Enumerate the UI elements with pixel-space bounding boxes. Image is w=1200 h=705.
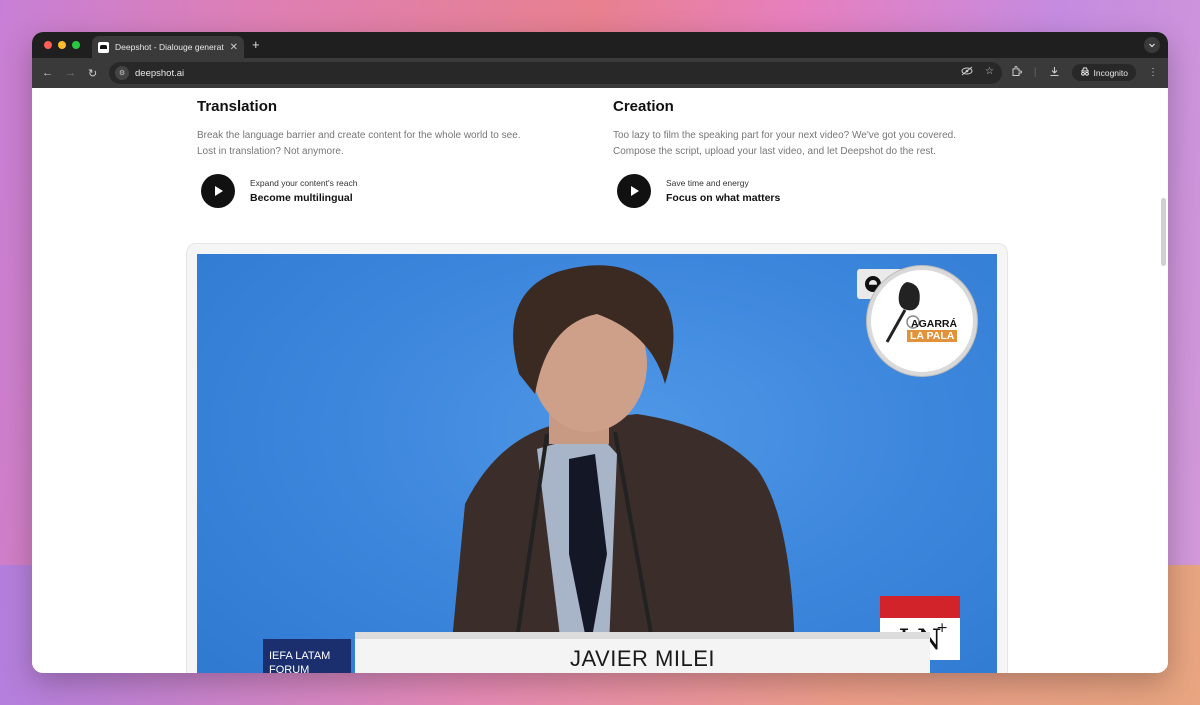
speaker-nameplate: JAVIER MILEI bbox=[355, 639, 930, 673]
play-icon bbox=[215, 186, 223, 196]
forward-arrow-icon[interactable]: → bbox=[65, 67, 76, 80]
browser-menu-icon[interactable]: ⋮ bbox=[1148, 67, 1158, 78]
toolbar-divider: | bbox=[1033, 67, 1037, 78]
toolbar-right: | Incognito ⋮ bbox=[1011, 64, 1158, 81]
cta-text: Expand your content's reach Become multi… bbox=[250, 178, 357, 204]
feature-title: Creation bbox=[613, 98, 674, 115]
feature-translation: Translation Break the language barrier a… bbox=[197, 98, 597, 208]
incognito-icon bbox=[1080, 67, 1090, 78]
download-icon[interactable] bbox=[1049, 66, 1060, 80]
zoom-window-button[interactable] bbox=[72, 41, 80, 49]
browser-toolbar: ← → ↻ ⚙ deepshot.ai ☆ | Incognito ⋮ bbox=[32, 58, 1168, 88]
translation-cta[interactable]: Expand your content's reach Become multi… bbox=[201, 174, 597, 208]
minimize-window-button[interactable] bbox=[58, 41, 66, 49]
play-button[interactable] bbox=[201, 174, 235, 208]
cta-subtitle: Save time and energy bbox=[666, 178, 749, 188]
ln-plus-sign: + bbox=[936, 620, 948, 636]
page-scrollbar[interactable] bbox=[1158, 88, 1168, 673]
url-text[interactable]: deepshot.ai bbox=[135, 68, 184, 79]
feature-desc-line: Too lazy to film the speaking part for y… bbox=[613, 130, 957, 141]
browser-window: Deepshot - Dialouge generat ✕ + ← → ↻ ⚙ … bbox=[32, 32, 1168, 673]
tab-title: Deepshot - Dialouge generat bbox=[115, 42, 224, 52]
window-controls bbox=[44, 41, 80, 49]
reload-icon[interactable]: ↻ bbox=[88, 67, 97, 80]
demo-video[interactable]: IF AGARRÁ LA PALA LN + bbox=[197, 254, 997, 673]
tab-bar: Deepshot - Dialouge generat ✕ + bbox=[32, 32, 1168, 58]
scrollbar-thumb[interactable] bbox=[1161, 198, 1166, 266]
creation-cta[interactable]: Save time and energy Focus on what matte… bbox=[617, 174, 1013, 208]
tab-deepshot[interactable]: Deepshot - Dialouge generat ✕ bbox=[92, 36, 244, 58]
bookmark-star-icon[interactable]: ☆ bbox=[985, 66, 994, 79]
tab-close-icon[interactable]: ✕ bbox=[230, 42, 238, 53]
back-arrow-icon[interactable]: ← bbox=[42, 67, 53, 80]
cta-heading: Focus on what matters bbox=[666, 192, 781, 204]
incognito-badge[interactable]: Incognito bbox=[1071, 64, 1136, 81]
omnibox-actions: ☆ bbox=[961, 66, 994, 79]
extensions-puzzle-icon[interactable] bbox=[1011, 65, 1022, 80]
cta-heading: Become multilingual bbox=[250, 192, 353, 204]
incognito-label: Incognito bbox=[1093, 67, 1129, 78]
feature-creation: Creation Too lazy to film the speaking p… bbox=[613, 98, 1013, 208]
new-tab-button[interactable]: + bbox=[252, 37, 260, 52]
nav-buttons: ← → ↻ bbox=[42, 67, 97, 80]
ribbon-line-2: FORUM bbox=[269, 664, 310, 673]
nameplate-stripe bbox=[355, 632, 930, 639]
address-bar[interactable]: ⚙ deepshot.ai ☆ bbox=[109, 62, 1002, 84]
cta-text: Save time and energy Focus on what matte… bbox=[666, 178, 780, 204]
deepshot-favicon-icon bbox=[98, 41, 109, 53]
close-window-button[interactable] bbox=[44, 41, 52, 49]
tab-search-chevron-icon[interactable] bbox=[1144, 37, 1160, 53]
agarra-la-pala-badge: AGARRÁ LA PALA bbox=[867, 266, 977, 376]
badge-line-1: AGARRÁ bbox=[911, 318, 958, 330]
ribbon-line-1: IEFA LATAM bbox=[269, 650, 331, 662]
eye-slash-icon[interactable] bbox=[961, 66, 973, 79]
ln-red-band bbox=[880, 596, 960, 618]
badge-line-2: LA PALA bbox=[907, 330, 958, 342]
feature-desc-line: Lost in translation? Not anymore. bbox=[197, 146, 344, 157]
play-button[interactable] bbox=[617, 174, 651, 208]
page-content: Translation Break the language barrier a… bbox=[32, 88, 1168, 673]
feature-desc-line: Compose the script, upload your last vid… bbox=[613, 146, 936, 157]
site-settings-icon[interactable]: ⚙ bbox=[115, 66, 129, 80]
feature-title: Translation bbox=[197, 98, 278, 115]
feature-desc-line: Break the language barrier and create co… bbox=[197, 130, 521, 141]
play-icon bbox=[631, 186, 639, 196]
event-ribbon: IEFA LATAM FORUM bbox=[263, 639, 351, 673]
cta-subtitle: Expand your content's reach bbox=[250, 178, 358, 188]
video-card: IF AGARRÁ LA PALA LN + bbox=[186, 243, 1008, 673]
